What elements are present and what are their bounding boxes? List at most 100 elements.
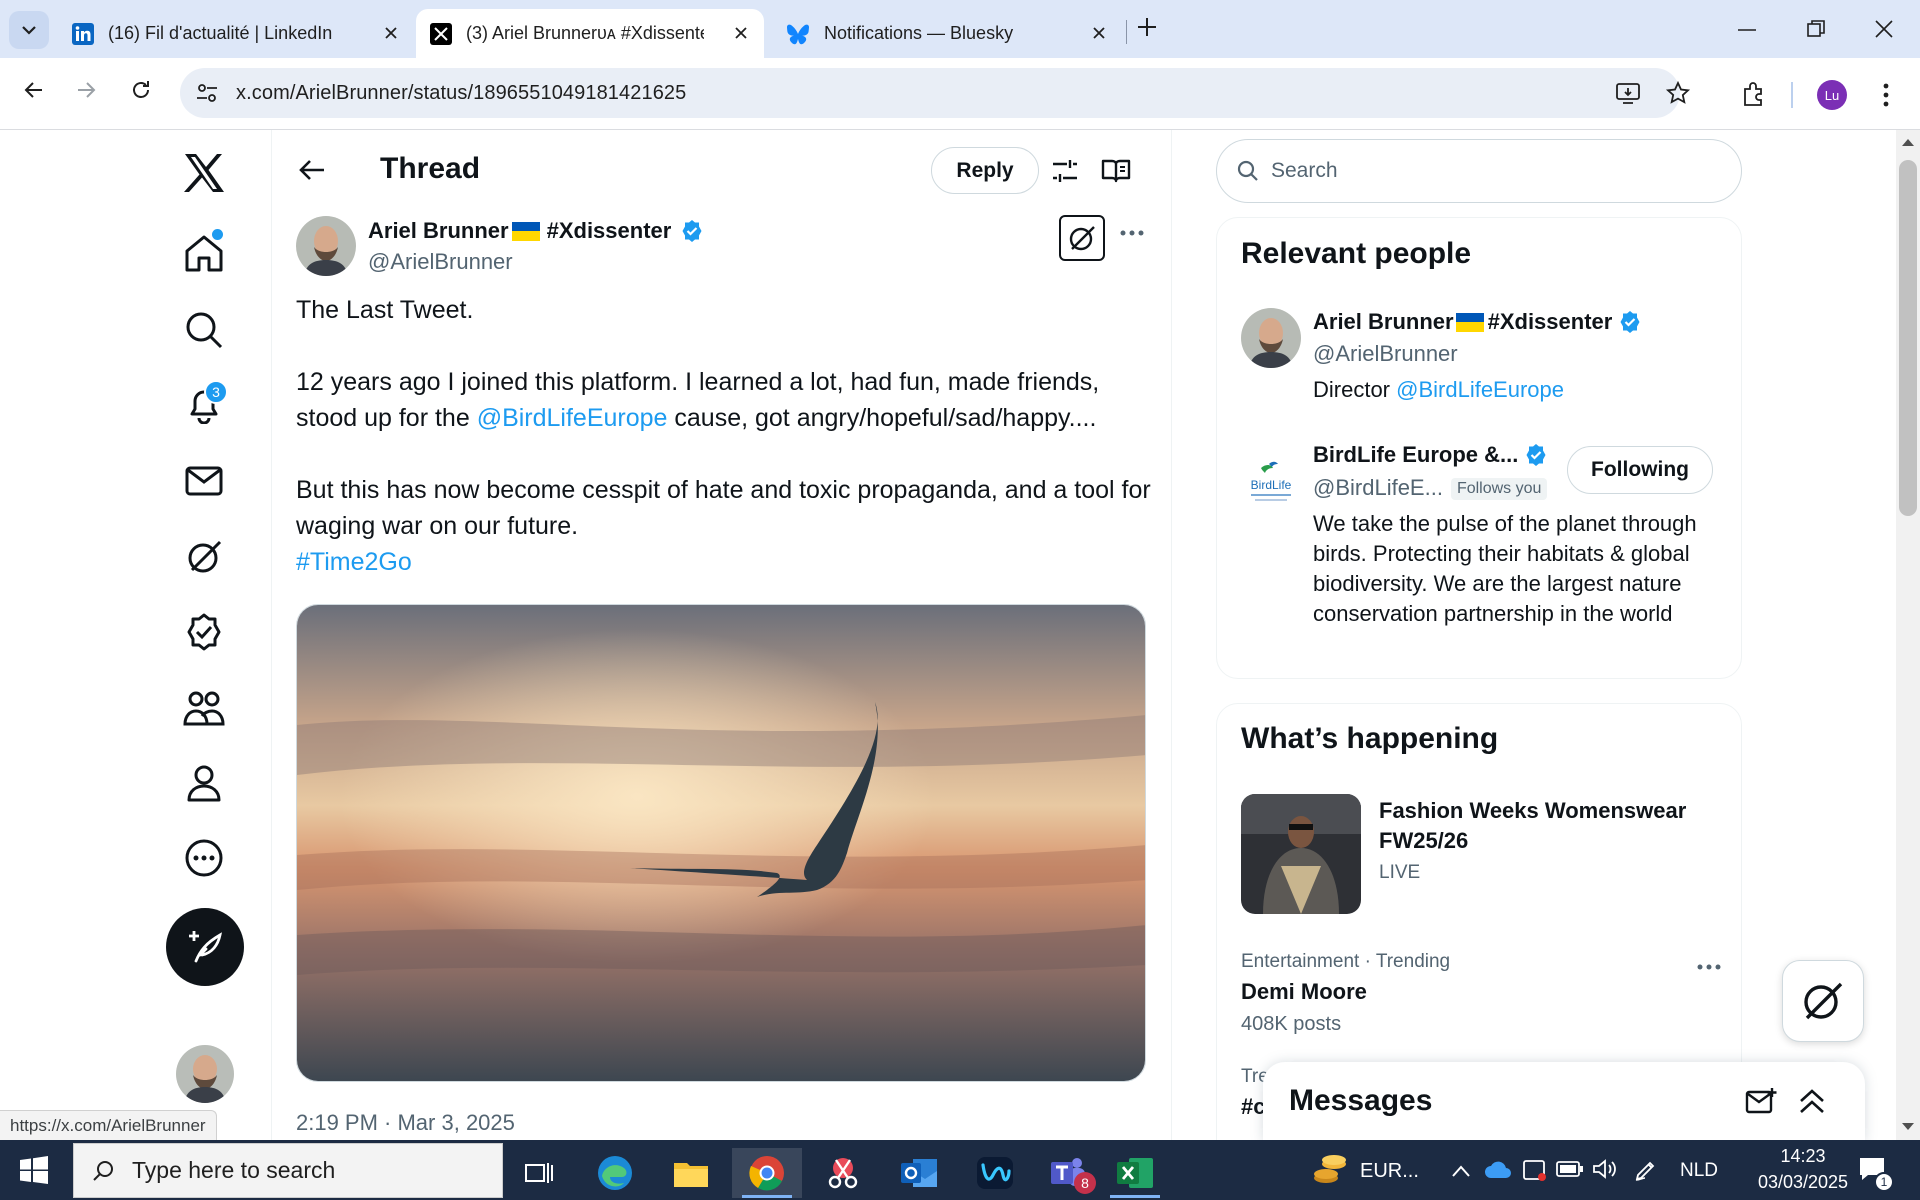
- taskbar-edge[interactable]: [580, 1148, 650, 1198]
- scroll-up-arrow-icon[interactable]: [1901, 137, 1915, 147]
- taskbar-teams[interactable]: 8: [1034, 1148, 1104, 1198]
- tweet-timestamp[interactable]: 2:19 PM · Mar 3, 2025: [296, 1110, 515, 1136]
- trend-title[interactable]: Fashion Weeks Womenswear FW25/26: [1379, 796, 1719, 856]
- back-arrow-icon[interactable]: [298, 158, 326, 182]
- x-logo-icon[interactable]: [183, 153, 225, 193]
- back-arrow-icon[interactable]: [22, 78, 46, 102]
- ukraine-flag-icon: [511, 221, 540, 241]
- taskbar-excel[interactable]: [1100, 1148, 1170, 1198]
- search-icon: [93, 1160, 113, 1181]
- grok-explain-button[interactable]: [1059, 215, 1105, 261]
- person-handle[interactable]: @BirdLifeE... Follows you: [1313, 475, 1548, 501]
- bookmark-star-icon[interactable]: [1665, 80, 1691, 106]
- trend-name[interactable]: Demi Moore: [1241, 979, 1367, 1005]
- tweet-media-image[interactable]: [296, 604, 1146, 1082]
- author-handle[interactable]: @ArielBrunner: [368, 249, 513, 275]
- more-horizontal-icon[interactable]: [1120, 230, 1144, 236]
- battery-icon[interactable]: [1556, 1160, 1584, 1178]
- taskbar-webex[interactable]: [960, 1148, 1030, 1198]
- search-icon[interactable]: [184, 310, 224, 350]
- extensions-puzzle-icon[interactable]: [1740, 80, 1768, 108]
- close-icon[interactable]: [732, 24, 750, 42]
- taskbar-outlook[interactable]: [884, 1148, 954, 1198]
- url-text[interactable]: x.com/ArielBrunner/status/18965510491814…: [236, 82, 686, 105]
- forward-arrow-icon[interactable]: [74, 78, 98, 102]
- tab-title: Notifications — Bluesky: [824, 23, 1014, 43]
- following-button[interactable]: Following: [1567, 446, 1713, 494]
- trend-thumbnail[interactable]: [1241, 794, 1361, 914]
- tab-bluesky[interactable]: Notifications — Bluesky: [772, 9, 1122, 58]
- person-avatar[interactable]: [1241, 308, 1301, 368]
- trend-name[interactable]: #c: [1241, 1094, 1265, 1120]
- new-tab-plus-icon[interactable]: [1136, 16, 1158, 38]
- search-input[interactable]: [1271, 159, 1711, 183]
- mention-link[interactable]: @BirdLifeEurope: [477, 404, 668, 432]
- outlook-icon: [901, 1159, 937, 1187]
- tab-search-button[interactable]: [9, 11, 49, 49]
- new-message-icon[interactable]: [1745, 1088, 1777, 1116]
- tab-linkedin[interactable]: (16) Fil d'actualité | LinkedIn: [58, 9, 414, 58]
- pen-tray-icon[interactable]: [1634, 1158, 1658, 1182]
- security-tray-icon[interactable]: [1522, 1157, 1548, 1183]
- reader-book-icon[interactable]: [1101, 158, 1131, 184]
- taskbar-chrome[interactable]: [732, 1148, 802, 1198]
- reload-icon[interactable]: [129, 78, 153, 102]
- compose-post-button[interactable]: [166, 908, 244, 986]
- scroll-down-arrow-icon[interactable]: [1901, 1122, 1915, 1132]
- tray-chevron-up-icon[interactable]: [1452, 1165, 1470, 1177]
- notification-count-badge: 1: [1874, 1172, 1894, 1192]
- taskbar-snipping-tool[interactable]: [808, 1148, 878, 1198]
- communities-icon[interactable]: [182, 688, 226, 728]
- volume-speaker-icon[interactable]: [1592, 1158, 1618, 1180]
- search-box[interactable]: [1216, 139, 1742, 203]
- kebab-menu-icon[interactable]: [1882, 82, 1890, 108]
- grok-icon[interactable]: [184, 537, 224, 577]
- birdlife-logo[interactable]: BirdLife: [1241, 454, 1301, 514]
- clock-date[interactable]: 03/03/2025: [1742, 1172, 1864, 1193]
- windows-start-icon[interactable]: [20, 1156, 48, 1184]
- fashion-photo: [1241, 794, 1361, 914]
- person-name[interactable]: BirdLife Europe &...: [1313, 442, 1548, 468]
- more-horizontal-icon[interactable]: [1697, 964, 1721, 970]
- site-info-icon[interactable]: [196, 83, 218, 103]
- taskbar-file-explorer[interactable]: [656, 1148, 726, 1198]
- person-handle[interactable]: @ArielBrunner: [1313, 341, 1458, 367]
- reply-button[interactable]: Reply: [931, 147, 1039, 194]
- profile-person-icon[interactable]: [184, 763, 224, 803]
- task-view-button[interactable]: [504, 1148, 574, 1198]
- tweet-text: The Last Tweet. 12 years ago I joined th…: [296, 292, 1156, 580]
- messages-envelope-icon[interactable]: [184, 461, 224, 501]
- currency-widget-text[interactable]: EUR...: [1360, 1160, 1419, 1183]
- account-avatar[interactable]: [176, 1045, 234, 1103]
- clock-time[interactable]: 14:23: [1762, 1146, 1844, 1167]
- close-icon[interactable]: [1090, 24, 1108, 42]
- close-icon[interactable]: [382, 24, 400, 42]
- verified-orgs-icon[interactable]: [184, 612, 224, 652]
- filter-sliders-icon[interactable]: [1051, 158, 1079, 184]
- author-name[interactable]: Ariel Brunner #Xdissenter: [368, 218, 704, 244]
- install-app-icon[interactable]: [1615, 80, 1641, 106]
- tab-title: (3) Ariel Brunnerᴜᴀ #Xdissenter: [466, 23, 704, 43]
- input-language[interactable]: NLD: [1680, 1160, 1718, 1182]
- messages-drawer[interactable]: Messages: [1263, 1062, 1865, 1142]
- window-close-icon[interactable]: [1875, 20, 1893, 38]
- taskbar-search-box[interactable]: Type here to search: [73, 1143, 503, 1198]
- hashtag-link[interactable]: #Time2Go: [296, 544, 1156, 580]
- address-bar[interactable]: x.com/ArielBrunner/status/18965510491814…: [180, 68, 1691, 118]
- scrollbar-thumb[interactable]: [1899, 160, 1917, 516]
- profile-avatar[interactable]: Lu: [1817, 80, 1847, 110]
- grok-icon: [1804, 982, 1843, 1020]
- restore-icon[interactable]: [1807, 20, 1825, 38]
- double-chevron-up-icon[interactable]: [1798, 1088, 1826, 1114]
- trend-post-count: 408K posts: [1241, 1013, 1342, 1035]
- mention-link[interactable]: @BirdLifeEurope: [1396, 377, 1564, 402]
- grok-floating-button[interactable]: [1782, 960, 1864, 1042]
- birdlife-logo-image: BirdLife: [1241, 454, 1301, 514]
- chrome-icon: [749, 1156, 784, 1191]
- tab-x-active[interactable]: (3) Ariel Brunnerᴜᴀ #Xdissenter: [416, 9, 764, 58]
- onedrive-cloud-icon[interactable]: [1484, 1160, 1512, 1180]
- more-circle-icon[interactable]: [184, 838, 224, 878]
- minimize-icon[interactable]: [1738, 28, 1756, 32]
- author-avatar[interactable]: [296, 216, 356, 276]
- person-name[interactable]: Ariel Brunner #Xdissenter: [1313, 309, 1642, 335]
